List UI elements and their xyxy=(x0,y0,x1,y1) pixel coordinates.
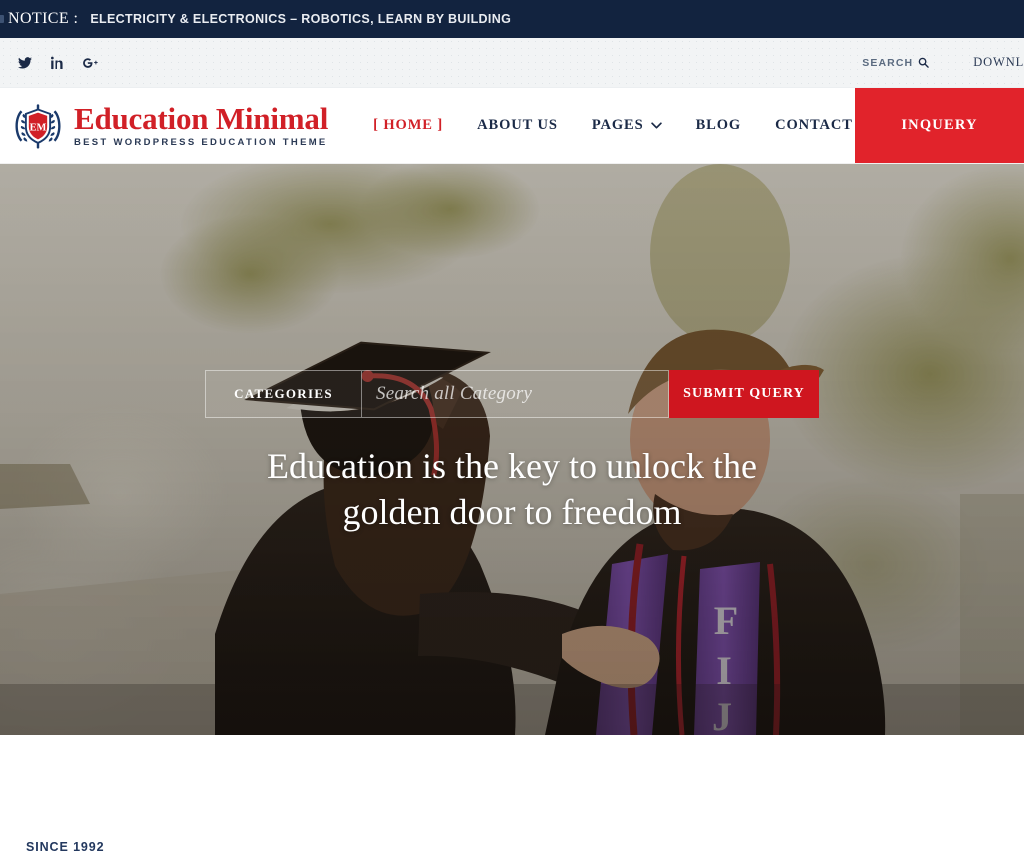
social-links xyxy=(0,48,107,78)
crest-icon: EM xyxy=(15,103,61,149)
brand-text: Education Minimal BEST WORDPRESS EDUCATI… xyxy=(74,103,328,149)
nav-item-about-us[interactable]: ABOUT US xyxy=(460,117,575,134)
nav-item-contact[interactable]: CONTACT xyxy=(758,117,870,134)
nav-item-home[interactable]: [ HOME ] xyxy=(356,117,460,134)
chevron-down-icon xyxy=(650,122,662,129)
notice-bar: NOTICE : ELECTRICITY & ELECTRONICS – ROB… xyxy=(0,0,1024,38)
brand-title: Education Minimal xyxy=(74,100,329,136)
search-icon xyxy=(918,57,929,68)
welcome-section: SINCE 1992 WELCOME TO OUR UNIVERSITY xyxy=(0,735,1024,856)
hero-search-bar: CATEGORIES Search all Category SUBMIT QU… xyxy=(205,370,819,418)
google-plus-icon[interactable] xyxy=(74,48,107,78)
notice-marker-icon xyxy=(0,15,4,23)
nav-label: CONTACT xyxy=(775,117,853,133)
svg-text:EM: EM xyxy=(30,122,47,133)
nav-label: ABOUT US xyxy=(477,117,558,133)
main-navigation: [ HOME ] ABOUT US PAGES BLOG CONTACT xyxy=(356,88,870,163)
hero-content: CATEGORIES Search all Category SUBMIT QU… xyxy=(0,164,1024,535)
linkedin-icon[interactable] xyxy=(41,48,74,78)
brand-tagline: BEST WORDPRESS EDUCATION THEME xyxy=(74,137,328,149)
top-bar-right: SEARCH DOWNLOAD xyxy=(848,55,1024,70)
submit-query-button[interactable]: SUBMIT QUERY xyxy=(669,370,819,418)
nav-item-blog[interactable]: BLOG xyxy=(679,117,759,134)
nav-label: BLOG xyxy=(695,117,742,133)
hero-search-placeholder: Search all Category xyxy=(376,383,533,404)
nav-label: PAGES xyxy=(591,117,644,133)
site-header: EM Education Minimal BEST WORDPRESS EDUC… xyxy=(0,88,1024,164)
hero-headline: Education is the key to unlock the golde… xyxy=(192,444,832,535)
download-link[interactable]: DOWNLOAD xyxy=(943,55,1024,70)
nav-item-pages[interactable]: PAGES xyxy=(575,117,679,134)
search-label: SEARCH xyxy=(862,56,914,69)
top-utility-bar: SEARCH DOWNLOAD xyxy=(0,38,1024,88)
inquery-button[interactable]: INQUERY xyxy=(855,88,1024,163)
hero-headline-line1: Education is the key to unlock the xyxy=(267,446,757,486)
notice-text[interactable]: ELECTRICITY & ELECTRONICS – ROBOTICS, LE… xyxy=(90,12,511,26)
notice-label: NOTICE : xyxy=(8,10,79,27)
twitter-icon[interactable] xyxy=(8,48,41,78)
welcome-kicker: SINCE 1992 xyxy=(26,840,105,854)
search-toggle[interactable]: SEARCH xyxy=(848,57,943,69)
nav-label: [ HOME ] xyxy=(373,117,444,133)
categories-select[interactable]: CATEGORIES xyxy=(206,371,362,417)
hero-headline-line2: golden door to freedom xyxy=(342,491,682,532)
hero-search-input[interactable]: Search all Category xyxy=(362,371,669,417)
hero-banner: F I J CATEGORIES Search all Category SUB… xyxy=(0,164,1024,735)
brand-logo[interactable]: EM Education Minimal BEST WORDPRESS EDUC… xyxy=(0,88,328,163)
